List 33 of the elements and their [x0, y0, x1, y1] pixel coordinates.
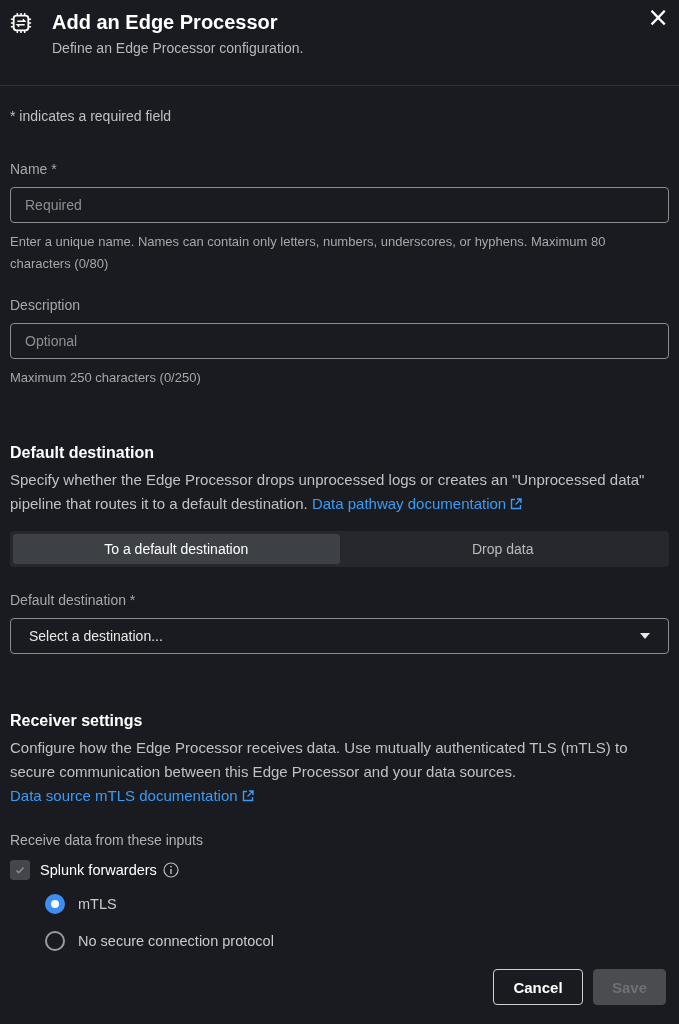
- section-description: Specify whether the Edge Processor drops unprocessed logs or creates an "Unprocessed data" pipeline that routes it to a default destination. Data pathway documentation: [10, 470, 646, 514]
- chip-icon: [10, 12, 32, 34]
- input-field[interactable]: Required: [10, 187, 669, 223]
- checkbox-label: Splunk forwarders: [40, 862, 157, 878]
- inputs-label: Receive data from these inputs: [10, 832, 204, 848]
- radio-button[interactable]: [45, 931, 65, 951]
- section-description: Configure how the Edge Processor receives data. Use mutually authenticated TLS (mTLS) to secure communication between this Edge Processor and your data sources. Data source mTLS documentation: [10, 738, 629, 806]
- destination-dropdown[interactable]: Select a destination...: [10, 618, 669, 654]
- radio-label: mTLS: [78, 896, 117, 912]
- help-text: Maximum 250 characters (0/250): [10, 369, 202, 387]
- external-link-icon: [241, 790, 254, 802]
- dialog-title: Add an Edge Processor: [52, 10, 279, 34]
- documentation-link[interactable]: Data source mTLS documentation: [10, 787, 254, 804]
- required-note: * indicates a required field: [10, 108, 173, 124]
- caret-icon: [640, 633, 650, 639]
- help-text: Enter a unique name. Names can contain only letters, numbers, underscores, or hyphens. Maximum 80 characters (0/80): [10, 233, 607, 273]
- external-link-icon: [510, 498, 523, 510]
- dialog-subtitle: Define an Edge Processor configuration.: [52, 40, 304, 56]
- info-icon[interactable]: [162, 862, 179, 878]
- checkmark-icon: [14, 864, 26, 876]
- radio-button[interactable]: [45, 894, 65, 914]
- cancel-button[interactable]: Cancel: [493, 969, 583, 1005]
- field-label: Description: [10, 297, 82, 313]
- section-heading: Receiver settings: [10, 712, 144, 730]
- close-button[interactable]: ×: [643, 2, 673, 32]
- section-heading: Default destination: [10, 444, 155, 462]
- field-label: Default destination *: [10, 592, 137, 608]
- segment-tab[interactable]: Drop data: [339, 534, 666, 564]
- documentation-link[interactable]: Data pathway documentation: [311, 495, 523, 512]
- field-label: Name *: [10, 161, 58, 177]
- input-field[interactable]: Optional: [10, 323, 669, 359]
- segment-tab[interactable]: To a default destination: [13, 534, 340, 564]
- radio-label: No secure connection protocol: [78, 933, 274, 949]
